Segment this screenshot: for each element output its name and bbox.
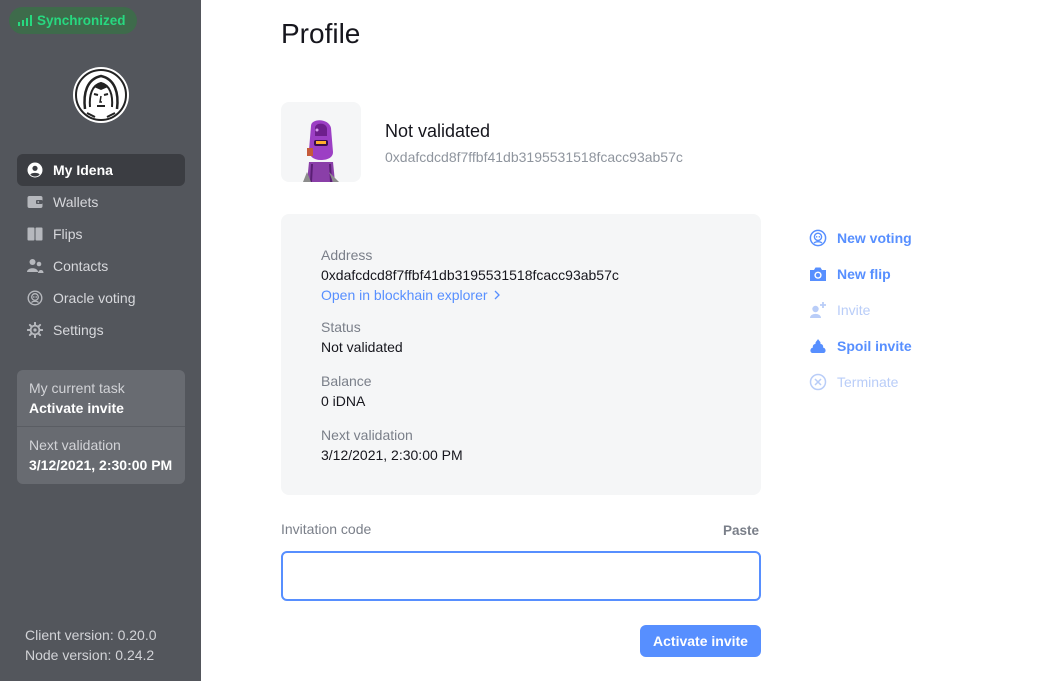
status-label: Status: [321, 319, 361, 335]
page-title: Profile: [281, 18, 361, 49]
client-version: Client version: 0.20.0: [25, 627, 157, 643]
spoil-icon: [809, 337, 827, 355]
action-label: New voting: [837, 230, 912, 246]
voting-icon: [809, 229, 827, 247]
new-flip-button[interactable]: New flip: [809, 256, 912, 292]
chevron-right-icon: [494, 290, 500, 300]
sidebar-nav: My Idena Wallets Flips Contacts Oracle v…: [17, 154, 185, 346]
address-label: Address: [321, 247, 373, 263]
avatar: [281, 102, 361, 182]
sidebar-item-contacts[interactable]: Contacts: [17, 250, 185, 282]
profile-actions: New voting New flip Invite Spoil invite …: [809, 220, 912, 400]
balance-field: Balance 0 iDNA: [321, 371, 372, 411]
next-validation-label: Next validation: [321, 427, 413, 443]
address-value: 0xdafcdcd8f7ffbf41db3195531518fcacc93ab5…: [321, 267, 619, 283]
add-user-icon: [809, 301, 827, 319]
idena-logo-icon: [75, 69, 127, 121]
sidebar-item-my-idena[interactable]: My Idena: [17, 154, 185, 186]
current-task: My current task Activate invite: [17, 370, 185, 426]
wallet-icon: [26, 193, 44, 211]
sidebar-item-label: Flips: [53, 226, 83, 242]
terminate-button[interactable]: Terminate: [809, 364, 912, 400]
current-task-label: My current task: [29, 380, 125, 396]
oracle-icon: [26, 289, 44, 307]
next-validation: Next validation 3/12/2021, 2:30:00 PM: [17, 427, 185, 483]
sidebar-item-oracle-voting[interactable]: Oracle voting: [17, 282, 185, 314]
balance-label: Balance: [321, 373, 372, 389]
invitation-code-input[interactable]: [281, 551, 761, 601]
identity-address: 0xdafcdcd8f7ffbf41db3195531518fcacc93ab5…: [385, 149, 683, 165]
balance-value: 0 iDNA: [321, 393, 366, 409]
address-field: Address 0xdafcdcd8f7ffbf41db3195531518fc…: [321, 245, 619, 305]
flips-icon: [26, 225, 44, 243]
sidebar-item-label: Contacts: [53, 258, 109, 274]
sync-status-badge: Synchronized: [9, 7, 137, 34]
identity-status-title: Not validated: [385, 121, 491, 141]
sidebar-item-label: My Idena: [53, 162, 113, 178]
invitation-code-label: Invitation code: [281, 521, 372, 537]
sidebar-item-flips[interactable]: Flips: [17, 218, 185, 250]
paste-button[interactable]: Paste: [723, 523, 759, 538]
sidebar-item-label: Oracle voting: [53, 290, 136, 306]
user-circle-icon: [26, 161, 44, 179]
sidebar-item-wallets[interactable]: Wallets: [17, 186, 185, 218]
next-validation-label: Next validation: [29, 437, 121, 453]
action-label: New flip: [837, 266, 891, 282]
sidebar: Synchronized My Idena Wallets Flips Cont…: [0, 0, 201, 681]
current-task-panel: My current task Activate invite Next val…: [17, 370, 185, 484]
contacts-icon: [26, 257, 44, 275]
idena-logo: [73, 67, 129, 123]
terminate-icon: [809, 373, 827, 391]
status-field: Status Not validated: [321, 317, 403, 357]
identity-details-card: Address 0xdafcdcd8f7ffbf41db3195531518fc…: [281, 214, 761, 495]
sync-status-label: Synchronized: [37, 13, 126, 28]
camera-icon: [809, 265, 827, 283]
action-label: Terminate: [837, 374, 899, 390]
gear-icon: [26, 321, 44, 339]
next-validation-value: 3/12/2021, 2:30:00 PM: [29, 457, 173, 473]
status-value: Not validated: [321, 339, 403, 355]
action-label: Invite: [837, 302, 871, 318]
spoil-invite-button[interactable]: Spoil invite: [809, 328, 912, 364]
signal-icon: [18, 15, 32, 26]
current-task-value[interactable]: Activate invite: [29, 398, 173, 418]
sidebar-item-label: Wallets: [53, 194, 99, 210]
sidebar-item-settings[interactable]: Settings: [17, 314, 185, 346]
sidebar-item-label: Settings: [53, 322, 104, 338]
invite-button[interactable]: Invite: [809, 292, 912, 328]
activate-invite-button[interactable]: Activate invite: [640, 625, 761, 657]
next-validation-field: Next validation 3/12/2021, 2:30:00 PM: [321, 425, 463, 465]
version-info: Client version: 0.20.0 Node version: 0.2…: [25, 625, 157, 665]
node-version: Node version: 0.24.2: [25, 647, 155, 663]
blockchain-explorer-link[interactable]: Open in blockhain explorer: [321, 285, 619, 305]
explorer-link-label: Open in blockhain explorer: [321, 287, 488, 303]
robot-avatar-icon: [303, 120, 339, 182]
app-window: Synchronized My Idena Wallets Flips Cont…: [0, 0, 1048, 681]
new-voting-button[interactable]: New voting: [809, 220, 912, 256]
action-label: Spoil invite: [837, 338, 912, 354]
next-validation-value: 3/12/2021, 2:30:00 PM: [321, 447, 463, 463]
